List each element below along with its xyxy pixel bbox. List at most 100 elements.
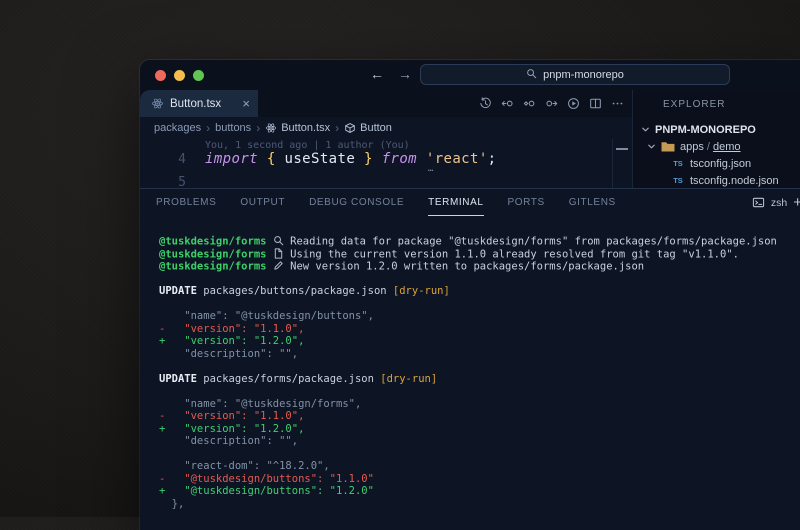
editor-group: Button.tsx × packages › buttons › Button.tsx… <box>140 90 633 188</box>
terminal-line <box>159 360 800 373</box>
code-token <box>258 151 267 167</box>
terminal-line <box>159 448 800 461</box>
code-token <box>276 151 285 167</box>
document-icon <box>273 248 284 261</box>
window-controls <box>155 70 204 81</box>
title-bar: ← → pnpm-monorepo <box>140 60 800 90</box>
breadcrumb-separator: › <box>335 121 339 135</box>
terminal-line: - "version": "1.1.0", <box>159 323 800 336</box>
breadcrumb: packages›buttons›Button.tsx›Button <box>140 117 632 139</box>
file-tree: PNPM-MONOREPO apps / demo TS tsconfig.json… <box>633 121 800 188</box>
breadcrumb-item-packages[interactable]: packages <box>154 122 201 134</box>
terminal-icon[interactable] <box>752 196 765 209</box>
run-icon[interactable] <box>567 97 580 110</box>
breadcrumb-separator: › <box>256 121 260 135</box>
breadcrumb-item-button[interactable]: Button <box>344 122 392 134</box>
shell-name[interactable]: zsh <box>771 197 787 209</box>
terminal-line: + "@tuskdesign/buttons": "1.2.0" <box>159 485 800 498</box>
tree-item-apps-demo[interactable]: apps / demo <box>633 138 800 155</box>
explorer-sidebar: EXPLORER PNPM-MONOREPO apps / demo TS tsco… <box>633 90 800 188</box>
code-token: 'react' <box>426 151 488 167</box>
terminal-line <box>159 385 800 398</box>
terminal-output[interactable]: @tuskdesign/forms Reading data for packa… <box>140 216 800 530</box>
terminal-line: - "version": "1.1.0", <box>159 410 800 423</box>
breadcrumb-item-buttons[interactable]: buttons <box>215 122 251 134</box>
tab-strip: Button.tsx × <box>140 90 632 117</box>
minimap[interactable] <box>612 139 632 188</box>
inline-blame-annotation: You, 1 second ago | 1 author (You) <box>205 140 410 151</box>
new-terminal-button[interactable]: + <box>793 194 800 211</box>
file-label: tsconfig.json <box>690 158 751 170</box>
terminal-line: }, <box>159 498 800 511</box>
tab-title: Button.tsx <box>170 98 221 110</box>
react-icon <box>265 122 277 134</box>
more-actions-icon[interactable] <box>611 97 624 110</box>
terminal-line: "description": "", <box>159 435 800 448</box>
command-center-search[interactable]: pnpm-monorepo <box>420 64 730 85</box>
folder-icon <box>661 141 675 153</box>
vscode-window: ← → pnpm-monorepo Button.tsx × packages ›… <box>140 60 800 530</box>
tree-root-pnpm-monorepo[interactable]: PNPM-MONOREPO <box>633 121 800 138</box>
terminal-line: "react-dom": "^18.2.0", <box>159 460 800 473</box>
close-icon[interactable]: × <box>242 97 250 110</box>
terminal-line: - "@tuskdesign/buttons": "1.1.0" <box>159 473 800 486</box>
terminal-line: "description": "", <box>159 348 800 361</box>
terminal-line: "name": "@tuskdesign/forms", <box>159 398 800 411</box>
terminal-controls: zsh + <box>752 189 800 216</box>
minimize-window-button[interactable] <box>174 70 185 81</box>
code-token <box>417 151 426 167</box>
ts-icon: TS <box>671 176 685 185</box>
search-value: pnpm-monorepo <box>543 69 624 81</box>
chevron-down-icon <box>647 142 656 151</box>
code-editor[interactable]: You, 1 second ago | 1 author (You) 4 5 i… <box>140 139 632 188</box>
compare-icon[interactable] <box>523 97 536 110</box>
file-label: tsconfig.node.json <box>690 175 779 187</box>
terminal-line: UPDATE packages/forms/package.json [dry-… <box>159 373 800 386</box>
panel-tab-ports[interactable]: PORTS <box>508 189 545 216</box>
next-change-icon[interactable] <box>545 97 558 110</box>
panel-tab-gitlens[interactable]: GITLENS <box>569 189 616 216</box>
history-icon[interactable] <box>479 97 492 110</box>
tab-button-tsx[interactable]: Button.tsx × <box>140 90 258 117</box>
panel-tab-debug-console[interactable]: DEBUG CONSOLE <box>309 189 404 216</box>
file-label: apps / demo <box>680 141 741 153</box>
terminal-line: + "version": "1.2.0", <box>159 335 800 348</box>
react-icon <box>151 97 164 110</box>
pencil-icon <box>273 260 284 273</box>
code-token <box>373 151 382 167</box>
code-token: ; <box>488 151 497 167</box>
search-icon <box>526 68 537 82</box>
panel-tab-terminal[interactable]: TERMINAL <box>428 189 483 216</box>
tree-item-tsconfig.json[interactable]: TS tsconfig.json <box>633 155 800 172</box>
symbol-icon <box>344 122 356 134</box>
minimap-line-mark <box>616 148 628 150</box>
explorer-header: EXPLORER <box>663 99 800 110</box>
code-token <box>355 151 364 167</box>
panel-tab-bar: PROBLEMS OUTPUT DEBUG CONSOLE TERMINAL PORTS… <box>140 189 800 216</box>
terminal-line <box>159 298 800 311</box>
prev-change-icon[interactable] <box>501 97 514 110</box>
line-number: 4 <box>140 152 186 167</box>
maximize-window-button[interactable] <box>193 70 204 81</box>
code-token: { <box>267 151 276 167</box>
back-arrow-icon[interactable]: ← <box>370 66 384 82</box>
forward-arrow-icon[interactable]: → <box>398 66 412 82</box>
terminal-line: @tuskdesign/forms New version 1.2.0 writ… <box>159 260 800 273</box>
magnifier-icon <box>273 235 284 248</box>
code-token: } <box>364 151 373 167</box>
breadcrumb-item-button-tsx[interactable]: Button.tsx <box>265 122 330 134</box>
terminal-line: @tuskdesign/forms Using the current vers… <box>159 248 800 261</box>
panel-tab-output[interactable]: OUTPUT <box>240 189 285 216</box>
terminal-line: "name": "@tuskdesign/buttons", <box>159 310 800 323</box>
panel-tab-problems[interactable]: PROBLEMS <box>156 189 216 216</box>
tree-item-tsconfig.node.json[interactable]: TS tsconfig.node.json <box>633 172 800 188</box>
line-number: 5 <box>140 175 186 188</box>
close-window-button[interactable] <box>155 70 166 81</box>
ts-icon: TS <box>671 159 685 168</box>
code-token: from <box>382 151 417 167</box>
split-editor-icon[interactable] <box>589 97 602 110</box>
bottom-panel: PROBLEMS OUTPUT DEBUG CONSOLE TERMINAL PORTS… <box>140 188 800 530</box>
editor-actions <box>479 90 624 117</box>
code-line: import { useState } from 'react'; <box>205 151 497 167</box>
terminal-line: UPDATE packages/buttons/package.json [dr… <box>159 285 800 298</box>
